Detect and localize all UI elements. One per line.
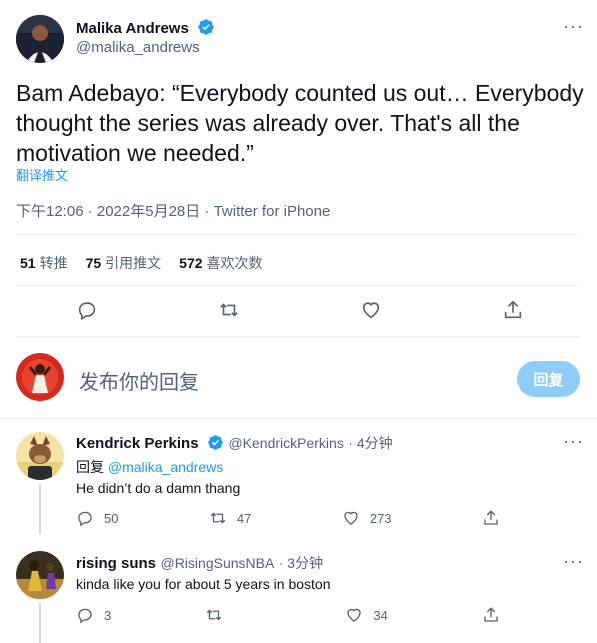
reply-avatar-kendrick[interactable] — [16, 432, 64, 480]
retweet-action[interactable]: 47 — [209, 509, 251, 527]
replying-to: 回复 @malika_andrews — [76, 457, 223, 477]
reply-author-name[interactable]: Kendrick Perkins — [76, 435, 199, 452]
retweet-icon — [207, 609, 222, 621]
reply-time[interactable]: · 3分钟 — [279, 555, 323, 571]
reply-action-bar: 3 34 — [76, 606, 500, 624]
quotes-stat[interactable]: 75 引用推文 — [86, 253, 162, 273]
reply-action-bar: 50 47 273 — [76, 509, 500, 527]
divider — [0, 418, 597, 419]
quotes-count: 75 — [85, 255, 102, 271]
current-user-avatar[interactable] — [16, 353, 64, 401]
divider — [16, 234, 581, 235]
retweet-action[interactable] — [205, 606, 233, 624]
reply-action[interactable]: 3 — [76, 606, 111, 624]
heart-icon — [344, 511, 358, 525]
retweet-icon[interactable] — [218, 299, 240, 321]
like-action[interactable]: 273 — [342, 509, 392, 527]
reply-more-options-icon[interactable]: ··· — [563, 431, 584, 452]
retweets-count: 51 — [20, 255, 36, 271]
retweet-icon — [210, 512, 226, 524]
like-action[interactable]: 34 — [345, 606, 388, 624]
reply-count: 50 — [104, 510, 119, 526]
reply-time[interactable]: · 4分钟 — [348, 435, 392, 451]
tweet-timestamp[interactable]: 下午12:06 · 2022年5月28日 · Twitter for iPhon… — [16, 200, 330, 221]
reply-button[interactable]: 回复 — [517, 361, 580, 397]
replying-to-label: 回复 — [76, 459, 104, 475]
retweet-count: 47 — [236, 510, 252, 526]
author-name[interactable]: Malika Andrews — [76, 20, 189, 37]
share-action[interactable] — [482, 509, 500, 527]
author-handle[interactable]: @malika_andrews — [76, 39, 200, 56]
quotes-label: 引用推文 — [105, 255, 162, 271]
reply-icon[interactable] — [76, 299, 98, 321]
reply-more-options-icon[interactable]: ··· — [563, 551, 584, 572]
author-avatar[interactable] — [16, 15, 64, 63]
likes-label: 喜欢次数 — [206, 255, 263, 271]
reply-icon — [78, 608, 92, 624]
reply-header: Kendrick Perkins @KendrickPerkins · 4分钟 — [76, 433, 393, 456]
heart-icon[interactable] — [360, 299, 382, 321]
like-count: 273 — [369, 510, 392, 526]
verified-badge-icon — [197, 18, 215, 41]
reply-author-handle[interactable]: @RisingSunsNBA — [160, 555, 274, 571]
thread-line — [39, 484, 41, 534]
reply-composer-input[interactable]: 发布你的回复 — [79, 366, 199, 395]
like-count: 34 — [373, 607, 388, 623]
likes-count: 572 — [179, 255, 203, 271]
share-icon — [484, 510, 498, 525]
likes-stat[interactable]: 572 喜欢次数 — [179, 253, 262, 273]
reply-header: rising suns @RisingSunsNBA · 3分钟 — [76, 553, 323, 573]
retweets-stat[interactable]: 51 转推 — [20, 253, 68, 273]
tweet-stats: 51 转推 75 引用推文 572 喜欢次数 — [20, 253, 263, 273]
reply-author-handle[interactable]: @KendrickPerkins — [228, 435, 343, 451]
reply-icon — [78, 511, 92, 527]
share-icon[interactable] — [502, 299, 524, 321]
replying-to-handle[interactable]: @malika_andrews — [108, 459, 223, 475]
reply-count: 3 — [104, 607, 112, 623]
tweet-action-bar — [76, 299, 524, 321]
reply-text: He didn’t do a damn thang — [76, 480, 241, 496]
reply-avatar-rising-suns[interactable] — [16, 551, 64, 599]
reply-action[interactable]: 50 — [76, 509, 118, 527]
thread-line — [39, 603, 41, 643]
heart-icon — [347, 608, 362, 622]
retweets-label: 转推 — [39, 255, 68, 271]
reply-text: kinda like you for about 5 years in bost… — [76, 576, 331, 592]
divider — [16, 285, 581, 286]
more-options-icon[interactable]: ··· — [563, 16, 584, 37]
reply-author-name[interactable]: rising suns — [76, 555, 156, 572]
verified-badge-icon — [207, 434, 224, 456]
tweet-text: Bam Adebayo: “Everybody counted us out… … — [16, 80, 584, 166]
share-icon — [484, 607, 498, 622]
divider — [16, 336, 581, 337]
translate-tweet-link[interactable]: 翻译推文 — [16, 165, 68, 184]
share-action[interactable] — [482, 606, 500, 624]
